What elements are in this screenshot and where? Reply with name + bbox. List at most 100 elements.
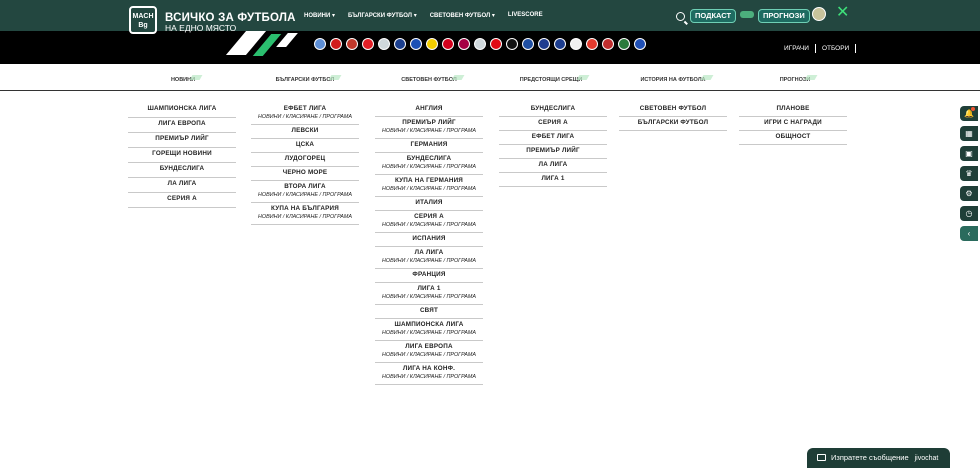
- menu-item[interactable]: ФРАНЦИЯ: [375, 269, 483, 283]
- menu-item[interactable]: СВЕТОВЕН ФУТБОЛ: [619, 103, 727, 117]
- menu-item[interactable]: СВЯТ: [375, 305, 483, 319]
- club-crest-icon[interactable]: [634, 38, 646, 50]
- nav-world-football[interactable]: СВЕТОВЕН ФУТБОЛ ▾: [430, 12, 495, 19]
- club-crest-icon[interactable]: [410, 38, 422, 50]
- club-crest-icon[interactable]: [314, 38, 326, 50]
- club-crest-icon[interactable]: [474, 38, 486, 50]
- menu-item-title[interactable]: ШАМПИОНСКА ЛИГА: [128, 105, 236, 113]
- calendar-icon[interactable]: ▦: [960, 126, 978, 141]
- menu-item-title[interactable]: ФРАНЦИЯ: [375, 271, 483, 279]
- menu-item-title[interactable]: ЛА ЛИГА: [128, 180, 236, 188]
- menu-item[interactable]: ЛИГА НА КОНФ. НОВИНИ / КЛАСИРАНЕ / ПРОГРА…: [375, 363, 483, 385]
- club-crest-icon[interactable]: [330, 38, 342, 50]
- menu-item-title[interactable]: ЛА ЛИГА: [375, 249, 483, 257]
- menu-item-sublinks[interactable]: НОВИНИ / КЛАСИРАНЕ / ПРОГРАМА: [375, 163, 483, 171]
- menu-item-title[interactable]: ГЕРМАНИЯ: [375, 141, 483, 149]
- menu-item[interactable]: ЛА ЛИГА: [499, 159, 607, 173]
- menu-item[interactable]: ПРЕМИЪР ЛИЙГ: [499, 145, 607, 159]
- club-crest-icon[interactable]: [554, 38, 566, 50]
- menu-item[interactable]: АНГЛИЯ: [375, 103, 483, 117]
- club-crest-icon[interactable]: [570, 38, 582, 50]
- menu-item[interactable]: ШАМПИОНСКА ЛИГА: [128, 103, 236, 118]
- menu-item[interactable]: ЛИГА ЕВРОПА НОВИНИ / КЛАСИРАНЕ / ПРОГРАМА: [375, 341, 483, 363]
- menu-item[interactable]: ОБЩНОСТ: [739, 131, 847, 145]
- club-crest-icon[interactable]: [538, 38, 550, 50]
- tab-news[interactable]: НОВИНИ: [128, 77, 238, 83]
- menu-item[interactable]: ГЕРМАНИЯ: [375, 139, 483, 153]
- club-crest-icon[interactable]: [522, 38, 534, 50]
- menu-item-title[interactable]: СВЯТ: [375, 307, 483, 315]
- menu-item[interactable]: КУПА НА БЪЛГАРИЯ НОВИНИ / КЛАСИРАНЕ / ПРО…: [251, 203, 359, 225]
- menu-item-title[interactable]: ПРЕМИЪР ЛИЙГ: [499, 147, 607, 155]
- teams-link[interactable]: ОТБОРИ: [822, 45, 849, 52]
- menu-item-sublinks[interactable]: НОВИНИ / КЛАСИРАНЕ / ПРОГРАМА: [375, 257, 483, 265]
- club-crest-icon[interactable]: [458, 38, 470, 50]
- menu-item-title[interactable]: ЛИГА ЕВРОПА: [128, 120, 236, 128]
- menu-item[interactable]: ИСПАНИЯ: [375, 233, 483, 247]
- menu-item-title[interactable]: БУНДЕСЛИГА: [128, 165, 236, 173]
- menu-item-title[interactable]: ИСПАНИЯ: [375, 235, 483, 243]
- menu-item[interactable]: ШАМПИОНСКА ЛИГА НОВИНИ / КЛАСИРАНЕ / ПРОГ…: [375, 319, 483, 341]
- menu-item-title[interactable]: БУНДЕСЛИГА: [499, 105, 607, 113]
- menu-item-sublinks[interactable]: НОВИНИ / КЛАСИРАНЕ / ПРОГРАМА: [375, 373, 483, 381]
- collapse-icon[interactable]: ‹: [960, 226, 978, 241]
- nav-bulgarian-football[interactable]: БЪЛГАРСКИ ФУТБОЛ ▾: [348, 12, 417, 19]
- menu-item-title[interactable]: ЛИГА 1: [499, 175, 607, 183]
- players-link[interactable]: ИГРАЧИ: [784, 45, 809, 52]
- menu-item-title[interactable]: СЕРИЯ А: [128, 195, 236, 203]
- menu-item[interactable]: БУНДЕСЛИГА: [499, 103, 607, 117]
- menu-item-title[interactable]: ГОРЕЩИ НОВИНИ: [128, 150, 236, 158]
- menu-item-title[interactable]: ПЛАНОВЕ: [739, 105, 847, 113]
- club-crest-icon[interactable]: [586, 38, 598, 50]
- menu-item-title[interactable]: ПРЕМИЪР ЛИЙГ: [128, 135, 236, 143]
- tab-football-history[interactable]: ИСТОРИЯ НА ФУТБОЛА: [618, 77, 728, 83]
- menu-item-title[interactable]: ЕФБЕТ ЛИГА: [251, 105, 359, 113]
- menu-item[interactable]: БУНДЕСЛИГА: [128, 163, 236, 178]
- site-logo[interactable]: MACH Bg: [129, 6, 157, 34]
- menu-item-title[interactable]: СВЕТОВЕН ФУТБОЛ: [619, 105, 727, 113]
- menu-item[interactable]: ЛЕВСКИ: [251, 125, 359, 139]
- menu-item[interactable]: ПЛАНОВЕ: [739, 103, 847, 117]
- menu-item-sublinks[interactable]: НОВИНИ / КЛАСИРАНЕ / ПРОГРАМА: [251, 113, 359, 121]
- menu-item-title[interactable]: СЕРИЯ А: [375, 213, 483, 221]
- menu-item-title[interactable]: КУПА НА БЪЛГАРИЯ: [251, 205, 359, 213]
- menu-item-sublinks[interactable]: НОВИНИ / КЛАСИРАНЕ / ПРОГРАМА: [375, 221, 483, 229]
- search-icon[interactable]: [676, 12, 685, 21]
- menu-item-title[interactable]: ЛУДОГОРЕЦ: [251, 155, 359, 163]
- menu-item[interactable]: ЛА ЛИГА: [128, 178, 236, 193]
- menu-item-title[interactable]: ЧЕРНО МОРЕ: [251, 169, 359, 177]
- menu-item-sublinks[interactable]: НОВИНИ / КЛАСИРАНЕ / ПРОГРАМА: [375, 351, 483, 359]
- tab-upcoming-matches[interactable]: ПРЕДСТОЯЩИ СРЕЩИ: [496, 77, 606, 83]
- clock-icon[interactable]: ◷: [960, 206, 978, 221]
- menu-item-title[interactable]: ЛИГА НА КОНФ.: [375, 365, 483, 373]
- bell-icon[interactable]: 🔔: [960, 106, 978, 121]
- menu-item[interactable]: СЕРИЯ А: [128, 193, 236, 208]
- menu-item-title[interactable]: ШАМПИОНСКА ЛИГА: [375, 321, 483, 329]
- menu-item-sublinks[interactable]: НОВИНИ / КЛАСИРАНЕ / ПРОГРАМА: [375, 293, 483, 301]
- menu-item[interactable]: ЛУДОГОРЕЦ: [251, 153, 359, 167]
- menu-item[interactable]: ЛА ЛИГА НОВИНИ / КЛАСИРАНЕ / ПРОГРАМА: [375, 247, 483, 269]
- menu-item-title[interactable]: ИТАЛИЯ: [375, 199, 483, 207]
- prognosis-button[interactable]: ПРОГНОЗИ: [758, 9, 810, 23]
- menu-item-title[interactable]: ПРЕМИЪР ЛИЙГ: [375, 119, 483, 127]
- club-crest-icon[interactable]: [394, 38, 406, 50]
- club-crest-icon[interactable]: [602, 38, 614, 50]
- tab-bulgarian-football[interactable]: БЪЛГАРСКИ ФУТБОЛ: [250, 77, 360, 83]
- menu-item[interactable]: СЕРИЯ А: [499, 117, 607, 131]
- scoreboard-icon[interactable]: ▣: [960, 146, 978, 161]
- menu-item[interactable]: ВТОРА ЛИГА НОВИНИ / КЛАСИРАНЕ / ПРОГРАМА: [251, 181, 359, 203]
- nav-news[interactable]: НОВИНИ ▾: [304, 12, 335, 19]
- menu-item-title[interactable]: ЕФБЕТ ЛИГА: [499, 133, 607, 141]
- trophy-icon[interactable]: ♛: [960, 166, 978, 181]
- menu-item[interactable]: ЦСКА: [251, 139, 359, 153]
- club-crest-icon[interactable]: [506, 38, 518, 50]
- club-crest-icon[interactable]: [346, 38, 358, 50]
- gear-icon[interactable]: ⚙: [960, 186, 978, 201]
- club-crest-icon[interactable]: [442, 38, 454, 50]
- menu-item[interactable]: ЕФБЕТ ЛИГА: [499, 131, 607, 145]
- club-crest-icon[interactable]: [490, 38, 502, 50]
- menu-item[interactable]: ИГРИ С НАГРАДИ: [739, 117, 847, 131]
- menu-item-title[interactable]: ВТОРА ЛИГА: [251, 183, 359, 191]
- menu-item[interactable]: БУНДЕСЛИГА НОВИНИ / КЛАСИРАНЕ / ПРОГРАМА: [375, 153, 483, 175]
- menu-item[interactable]: ЧЕРНО МОРЕ: [251, 167, 359, 181]
